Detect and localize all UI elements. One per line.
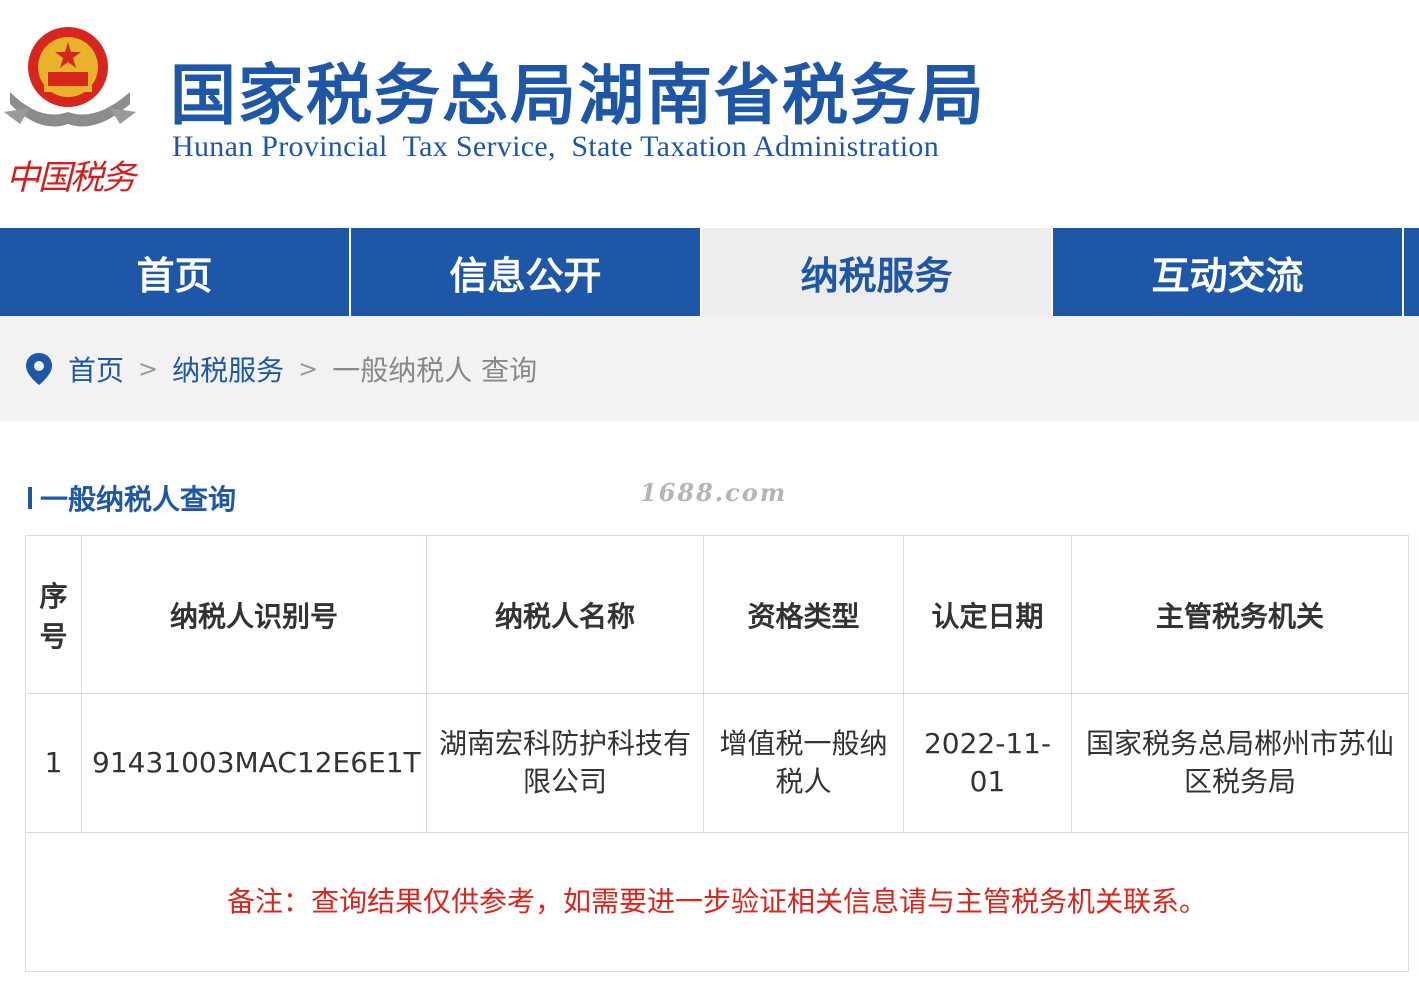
site-header: 中国税务 国家税务总局湖南省税务局 Hunan Provincial Tax S… — [0, 0, 1419, 228]
nav-filler — [1404, 228, 1419, 316]
note-text: 备注：查询结果仅供参考，如需要进一步验证相关信息请与主管税务机关联系。 — [25, 832, 1409, 972]
cell-qualification: 增值税一般纳税人 — [703, 693, 904, 833]
breadcrumb-current: 一般纳税人 查询 — [332, 353, 538, 387]
breadcrumb-tax-service[interactable]: 纳税服务 — [172, 349, 284, 389]
section-bar-icon — [28, 487, 32, 509]
site-subtitle: Hunan Provincial Tax Service, State Taxa… — [172, 130, 940, 163]
table-header-row: 序号 纳税人识别号 纳税人名称 资格类型 认定日期 主管税务机关 — [25, 535, 1409, 694]
section-title-text: 一般纳税人查询 — [40, 483, 237, 516]
col-header-taxpayer-id: 纳税人识别号 — [81, 535, 427, 694]
chevron-right-icon: > — [138, 354, 159, 383]
national-emblem-icon — [4, 27, 136, 127]
table-row: 1 91431003MAC12E6E1T 湖南宏科防护科技有限公司 增值税一般纳… — [25, 693, 1409, 833]
col-header-date: 认定日期 — [903, 535, 1072, 694]
site-title: 国家税务总局湖南省税务局 — [170, 57, 986, 134]
breadcrumb-home[interactable]: 首页 — [68, 349, 124, 389]
cell-taxpayer-id: 91431003MAC12E6E1T — [81, 693, 427, 833]
main-nav: 首页 信息公开 纳税服务 互动交流 — [0, 228, 1419, 316]
col-header-tax-authority: 主管税务机关 — [1071, 535, 1409, 694]
emblem-caption: 中国税务 — [6, 158, 136, 198]
location-pin-icon — [26, 352, 52, 385]
nav-item-home[interactable]: 首页 — [0, 228, 351, 316]
chevron-right-icon: > — [298, 354, 319, 383]
nav-item-interaction[interactable]: 互动交流 — [1053, 228, 1404, 316]
cell-date: 2022-11-01 — [903, 693, 1072, 833]
result-table: 序号 纳税人识别号 纳税人名称 资格类型 认定日期 主管税务机关 1 91431… — [25, 535, 1409, 972]
nav-item-info-disclosure[interactable]: 信息公开 — [351, 228, 702, 316]
col-header-qualification: 资格类型 — [703, 535, 904, 694]
col-header-taxpayer-name: 纳税人名称 — [426, 535, 704, 694]
section-title: 一般纳税人查询 — [28, 478, 236, 518]
cell-index: 1 — [25, 693, 82, 833]
nav-item-tax-service[interactable]: 纳税服务 — [702, 228, 1053, 316]
col-header-index: 序号 — [25, 535, 82, 694]
note-row: 备注：查询结果仅供参考，如需要进一步验证相关信息请与主管税务机关联系。 — [25, 832, 1409, 972]
watermark: 1688.com — [640, 478, 788, 507]
breadcrumb: 首页 > 纳税服务 > 一般纳税人 查询 — [0, 316, 1419, 421]
cell-tax-authority: 国家税务总局郴州市苏仙区税务局 — [1071, 693, 1409, 833]
cell-taxpayer-name: 湖南宏科防护科技有限公司 — [426, 693, 704, 833]
